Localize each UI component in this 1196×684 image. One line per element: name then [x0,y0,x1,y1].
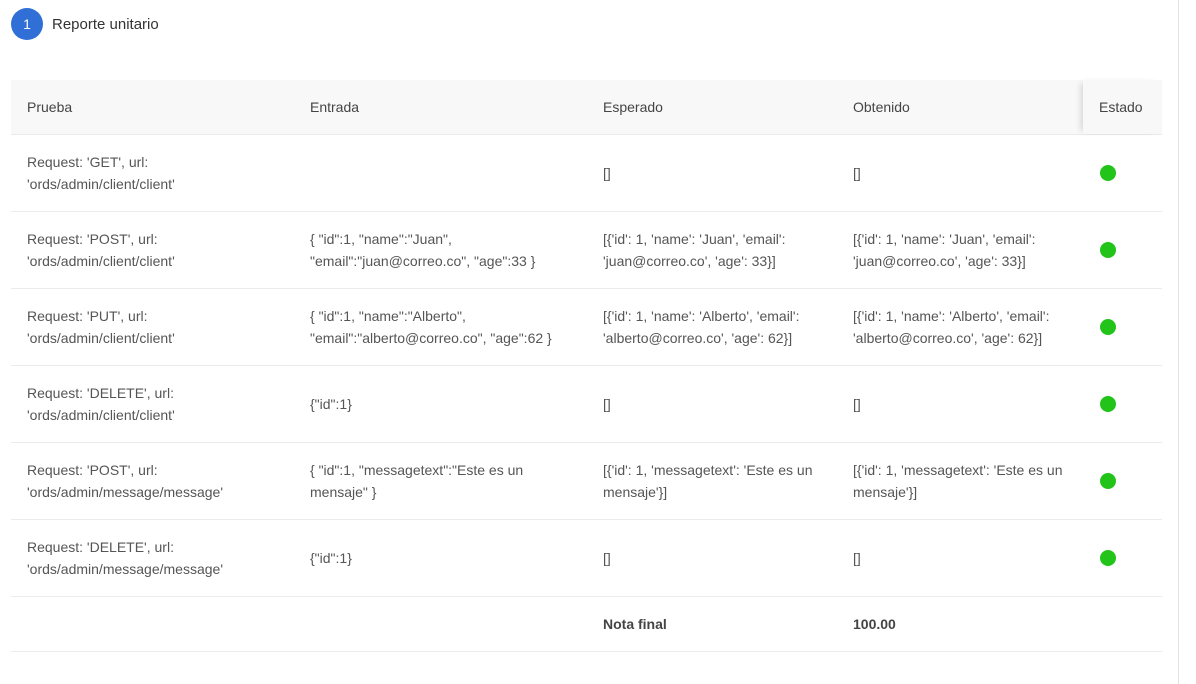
obtenido-text: [] [853,550,861,566]
table-row: Request: 'POST', url: 'ords/admin/client… [11,212,1162,289]
obtenido-text: [{'id': 1, 'name': 'Juan', 'email': 'jua… [853,231,1036,269]
esperado-text: [] [603,550,611,566]
estado-cell [1083,289,1162,365]
column-header-obtenido[interactable]: Obtenido [837,80,1083,134]
page-divider [1178,0,1179,684]
step-title: Reporte unitario [52,15,159,33]
prueba-text: Request: 'POST', url: 'ords/admin/messag… [27,462,223,500]
step-header: 1 Reporte unitario [11,8,159,40]
prueba-cell: Request: 'POST', url: 'ords/admin/client… [11,212,294,288]
table-row: Request: 'DELETE', url: 'ords/admin/mess… [11,520,1162,597]
esperado-text: [] [603,396,611,412]
column-header-entrada[interactable]: Entrada [294,80,587,134]
entrada-text: { "id":1, "messagetext":"Este es un mens… [310,462,524,500]
esperado-text: [] [603,165,611,181]
footer-empty-cell [1083,597,1162,651]
prueba-cell: Request: 'DELETE', url: 'ords/admin/clie… [11,366,294,442]
prueba-cell: Request: 'DELETE', url: 'ords/admin/mess… [11,520,294,596]
status-ok-icon [1100,473,1116,489]
esperado-text: [{'id': 1, 'name': 'Juan', 'email': 'jua… [603,231,786,269]
esperado-cell: [{'id': 1, 'name': 'Juan', 'email': 'jua… [587,212,837,288]
esperado-cell: [] [587,366,837,442]
estado-cell [1083,135,1162,211]
entrada-text: { "id":1, "name":"Juan", "email":"juan@c… [310,231,536,269]
esperado-cell: [{'id': 1, 'name': 'Alberto', 'email': '… [587,289,837,365]
prueba-cell: Request: 'PUT', url: 'ords/admin/client/… [11,289,294,365]
obtenido-cell: [{'id': 1, 'name': 'Juan', 'email': 'jua… [837,212,1083,288]
table-header-row: Prueba Entrada Esperado Obtenido Estado [11,80,1162,135]
prueba-text: Request: 'DELETE', url: 'ords/admin/clie… [27,385,175,423]
status-ok-icon [1100,242,1116,258]
column-header-estado[interactable]: Estado [1083,80,1162,134]
entrada-cell [294,135,587,211]
esperado-cell: [] [587,135,837,211]
column-header-prueba[interactable]: Prueba [11,80,294,134]
prueba-cell: Request: 'GET', url: 'ords/admin/client/… [11,135,294,211]
table-row: Request: 'POST', url: 'ords/admin/messag… [11,443,1162,520]
final-grade-label: Nota final [603,616,667,632]
esperado-cell: [{'id': 1, 'messagetext': 'Este es un me… [587,443,837,519]
prueba-text: Request: 'DELETE', url: 'ords/admin/mess… [27,539,223,577]
obtenido-cell: [] [837,520,1083,596]
entrada-text: {"id":1} [310,396,352,412]
obtenido-cell: [] [837,135,1083,211]
status-ok-icon [1100,165,1116,181]
estado-cell [1083,520,1162,596]
entrada-cell: {"id":1} [294,366,587,442]
entrada-text: {"id":1} [310,550,352,566]
entrada-cell: { "id":1, "name":"Alberto", "email":"alb… [294,289,587,365]
obtenido-cell: [] [837,366,1083,442]
prueba-text: Request: 'GET', url: 'ords/admin/client/… [27,154,175,192]
entrada-cell: {"id":1} [294,520,587,596]
report-table: Prueba Entrada Esperado Obtenido Estado … [11,80,1162,652]
esperado-text: [{'id': 1, 'name': 'Alberto', 'email': '… [603,308,800,346]
esperado-cell: [] [587,520,837,596]
obtenido-text: [{'id': 1, 'name': 'Alberto', 'email': '… [853,308,1050,346]
status-ok-icon [1100,550,1116,566]
estado-cell [1083,212,1162,288]
entrada-cell: { "id":1, "messagetext":"Este es un mens… [294,443,587,519]
obtenido-cell: [{'id': 1, 'messagetext': 'Este es un me… [837,443,1083,519]
estado-cell [1083,443,1162,519]
prueba-text: Request: 'POST', url: 'ords/admin/client… [27,231,175,269]
column-header-esperado[interactable]: Esperado [587,80,837,134]
status-ok-icon [1100,396,1116,412]
status-ok-icon [1100,319,1116,335]
prueba-text: Request: 'PUT', url: 'ords/admin/client/… [27,308,175,346]
obtenido-cell: [{'id': 1, 'name': 'Alberto', 'email': '… [837,289,1083,365]
prueba-cell: Request: 'POST', url: 'ords/admin/messag… [11,443,294,519]
final-grade-value: 100.00 [853,616,896,632]
step-number-badge: 1 [11,8,43,40]
entrada-cell: { "id":1, "name":"Juan", "email":"juan@c… [294,212,587,288]
esperado-text: [{'id': 1, 'messagetext': 'Este es un me… [603,462,813,500]
footer-empty-cell [294,597,587,651]
table-row: Request: 'DELETE', url: 'ords/admin/clie… [11,366,1162,443]
obtenido-text: [] [853,165,861,181]
entrada-text: { "id":1, "name":"Alberto", "email":"alb… [310,308,552,346]
table-footer-row: Nota final 100.00 [11,597,1162,652]
estado-cell [1083,366,1162,442]
footer-empty-cell [11,597,294,651]
table-row: Request: 'PUT', url: 'ords/admin/client/… [11,289,1162,366]
obtenido-text: [] [853,396,861,412]
table-row: Request: 'GET', url: 'ords/admin/client/… [11,135,1162,212]
obtenido-text: [{'id': 1, 'messagetext': 'Este es un me… [853,462,1063,500]
